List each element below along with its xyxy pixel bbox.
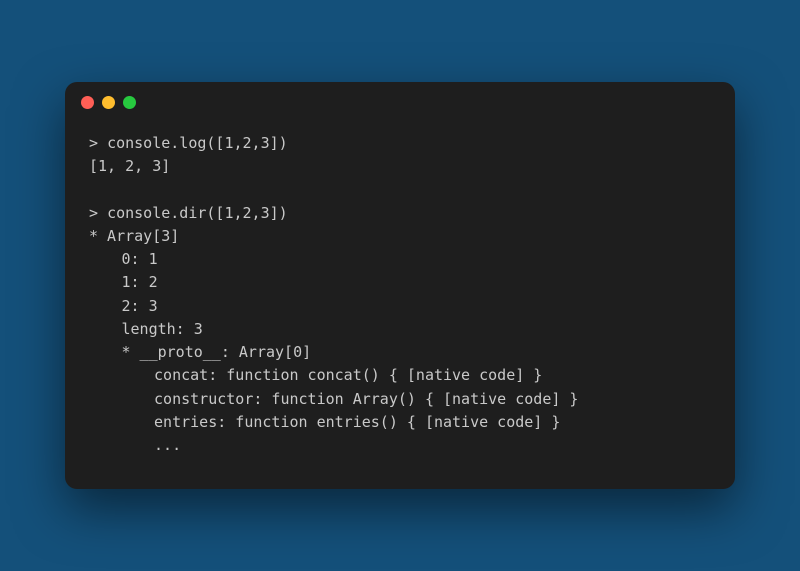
console-output-proto-header: * __proto__: Array[0] (89, 341, 711, 364)
console-output-array-header: * Array[3] (89, 225, 711, 248)
console-content[interactable]: > console.log([1,2,3]) [1, 2, 3] > conso… (65, 124, 735, 490)
minimize-icon[interactable] (102, 96, 115, 109)
console-output-item: length: 3 (89, 318, 711, 341)
console-input-line: > console.dir([1,2,3]) (89, 202, 711, 225)
console-output: [1, 2, 3] (89, 155, 711, 178)
console-output-proto-item: concat: function concat() { [native code… (89, 364, 711, 387)
console-command: console.dir([1,2,3]) (107, 204, 288, 222)
console-output-item: 2: 3 (89, 295, 711, 318)
console-output-item: 0: 1 (89, 248, 711, 271)
maximize-icon[interactable] (123, 96, 136, 109)
blank-line (89, 178, 711, 201)
terminal-window: > console.log([1,2,3]) [1, 2, 3] > conso… (65, 82, 735, 490)
console-input-line: > console.log([1,2,3]) (89, 132, 711, 155)
console-output-ellipsis: ... (89, 434, 711, 457)
prompt-symbol: > (89, 204, 98, 222)
console-output-proto-item: constructor: function Array() { [native … (89, 388, 711, 411)
console-output-item: 1: 2 (89, 271, 711, 294)
console-output-proto-item: entries: function entries() { [native co… (89, 411, 711, 434)
console-command: console.log([1,2,3]) (107, 134, 288, 152)
prompt-symbol: > (89, 134, 98, 152)
window-titlebar (65, 82, 735, 124)
close-icon[interactable] (81, 96, 94, 109)
